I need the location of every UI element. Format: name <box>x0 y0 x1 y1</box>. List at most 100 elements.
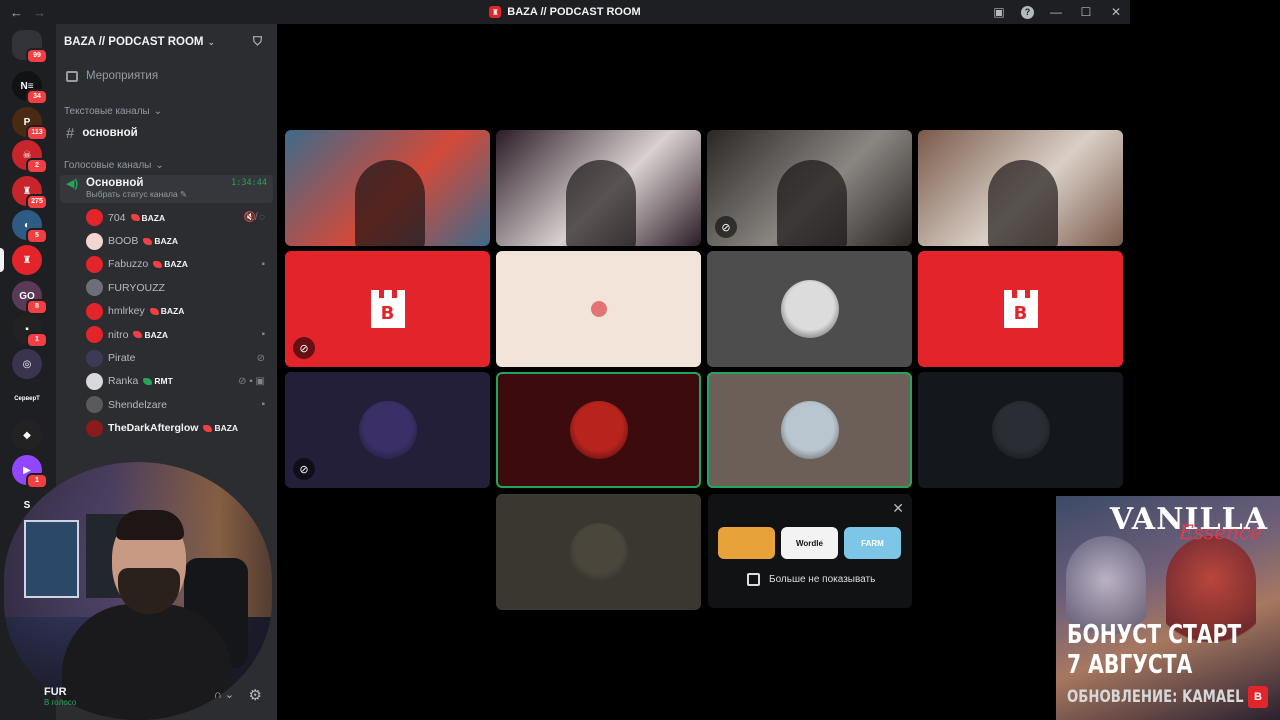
server-icon[interactable]: GO 8 <box>12 281 48 315</box>
voice-user[interactable]: BOOB BAZA <box>56 229 277 252</box>
clan-tag-icon <box>130 214 140 222</box>
avatar <box>86 326 103 344</box>
clan-tag-icon <box>153 260 163 268</box>
server-icon[interactable]: N≡ 34 <box>12 71 48 105</box>
avatar <box>86 279 103 297</box>
chevron-down-icon: ⌄ <box>153 106 163 117</box>
avatar <box>86 419 103 437</box>
server-icon[interactable]: ♜ <box>0 245 42 275</box>
mention-badge: 275 <box>26 194 48 210</box>
inbox-icon[interactable]: ▣ <box>991 5 1007 19</box>
voice-user-name: hmlrkey <box>108 305 145 318</box>
forward-arrow-icon[interactable]: → <box>33 5 46 20</box>
close-icon[interactable]: ✕ <box>892 500 904 517</box>
checkbox-icon[interactable] <box>747 573 760 586</box>
voice-state-icons: ⊘ ▪ ▣ <box>238 375 265 387</box>
voice-state-icons: 🔇̸ ◌ <box>243 212 265 224</box>
voice-category[interactable]: Голосовые каналы ⌄ <box>56 160 277 171</box>
voice-user[interactable]: FURYOUZZ <box>56 276 277 299</box>
set-channel-status-link[interactable]: Выбрать статус канала ✎ <box>86 189 267 200</box>
muted-icon: ⊘ <box>293 337 315 359</box>
participant-tile[interactable]: B <box>918 251 1123 367</box>
participant-tile[interactable] <box>496 251 701 367</box>
dont-show-checkbox[interactable]: Больше не показывать <box>747 573 875 586</box>
voice-user[interactable]: Shendelzare ▪ <box>56 393 277 416</box>
voice-user[interactable]: TheDarkAfterglow BAZA <box>56 417 277 440</box>
avatar <box>569 523 628 581</box>
participant-tile[interactable] <box>918 130 1123 246</box>
guild-header[interactable]: BAZA // PODCAST ROOM ⌄ ⛉ <box>56 24 277 60</box>
voice-user[interactable]: Pirate ⊘ <box>56 346 277 369</box>
server-icon[interactable]: СерверТ <box>12 384 42 414</box>
channel-label: основной <box>82 127 138 139</box>
user-name[interactable]: FUR <box>44 686 76 698</box>
channel-osnovnoy[interactable]: # основной <box>60 122 273 144</box>
voice-user[interactable]: Ranka RMT ⊘ ▪ ▣ <box>56 370 277 393</box>
text-category[interactable]: Текстовые каналы ⌄ <box>56 106 277 117</box>
participant-tile[interactable] <box>496 130 701 246</box>
activity-card[interactable] <box>718 527 775 559</box>
server-icon[interactable]: ◐ 5 <box>12 210 48 244</box>
server-icon[interactable]: P 113 <box>12 107 48 141</box>
server-icon[interactable]: 99 <box>12 30 48 64</box>
activity-card[interactable]: FARM <box>844 527 901 559</box>
chevron-down-icon: ⌄ <box>155 160 164 171</box>
participant-tile[interactable]: ⊘ <box>285 372 490 488</box>
participant-tile[interactable]: B ⊘ <box>285 251 490 367</box>
voice-user-name: nitro <box>108 328 129 341</box>
clan-tag-label: BAZA <box>160 306 185 317</box>
back-arrow-icon[interactable]: ← <box>10 5 23 20</box>
voice-user[interactable]: Fabuzzo BAZA ▪ <box>56 253 277 276</box>
chevron-down-icon: ⌄ <box>207 36 216 47</box>
avatar <box>991 401 1050 459</box>
activity-card[interactable]: Wordle <box>781 527 838 559</box>
participant-tile[interactable] <box>707 372 912 488</box>
gear-icon[interactable]: ⚙ <box>249 686 262 704</box>
voice-user[interactable]: hmlrkey BAZA <box>56 300 277 323</box>
server-icon[interactable]: ◆ <box>12 420 42 450</box>
muted-icon: ⊘ <box>293 458 315 480</box>
close-button[interactable]: ✕ <box>1108 5 1124 19</box>
participant-tile[interactable] <box>707 251 912 367</box>
ad-script-title: Essence <box>1179 520 1262 544</box>
voice-user-name: BOOB <box>108 235 139 248</box>
voice-user[interactable]: nitro BAZA ▪ <box>56 323 277 346</box>
help-icon[interactable]: ? <box>1021 5 1034 19</box>
voice-category-label: Голосовые каналы <box>64 160 152 171</box>
server-icon[interactable]: ☠ 2 <box>12 140 48 174</box>
server-icon[interactable]: ◎ <box>12 349 42 379</box>
avatar <box>86 349 103 367</box>
voice-user-name: TheDarkAfterglow <box>108 422 199 435</box>
participant-tile[interactable] <box>285 130 490 246</box>
hash-icon: # <box>66 124 75 142</box>
participant-tile[interactable]: ⊘ <box>707 130 912 246</box>
maximize-button[interactable]: ☐ <box>1078 5 1094 19</box>
voice-user-name: Pirate <box>108 352 136 365</box>
history-nav: ← → <box>0 5 46 20</box>
participant-tile[interactable] <box>918 372 1123 488</box>
mention-badge: 2 <box>26 158 48 174</box>
voice-channel[interactable]: ◀) Основной 1:34:44 Выбрать статус канал… <box>60 175 273 203</box>
avatar <box>86 232 103 250</box>
server-icon[interactable]: ▪ 1 <box>12 314 48 348</box>
voice-user[interactable]: 704 BAZA 🔇̸ ◌ <box>56 206 277 229</box>
voice-user-name: Fabuzzo <box>108 258 149 271</box>
voice-state-icons: ▪ <box>261 258 265 270</box>
clan-tag: BAZA <box>133 330 168 340</box>
headset-icon[interactable]: ∩ ⌄ <box>214 688 234 701</box>
clan-tag: BAZA <box>143 236 178 246</box>
window-title-text: BAZA // PODCAST ROOM <box>507 6 641 18</box>
ad-logo: B <box>1248 686 1268 708</box>
voice-user-name: Ranka <box>108 375 139 388</box>
participant-tile[interactable] <box>496 494 701 610</box>
events-item[interactable]: Мероприятия <box>56 62 277 90</box>
voice-stage: ✕ Wordle FARM Больше не показывать ⊘ B ⊘ B ⊘ <box>277 24 1130 720</box>
participant-tile[interactable] <box>496 372 701 488</box>
avatar <box>358 401 417 459</box>
add-member-icon[interactable]: ⛉ <box>253 34 267 48</box>
mention-badge: 1 <box>26 332 48 348</box>
server-icon[interactable]: ♜ 275 <box>12 176 48 210</box>
ad-line-2: 7 АВГУСТА <box>1067 650 1193 680</box>
clan-tag-icon <box>143 237 153 245</box>
minimize-button[interactable]: — <box>1048 5 1064 19</box>
